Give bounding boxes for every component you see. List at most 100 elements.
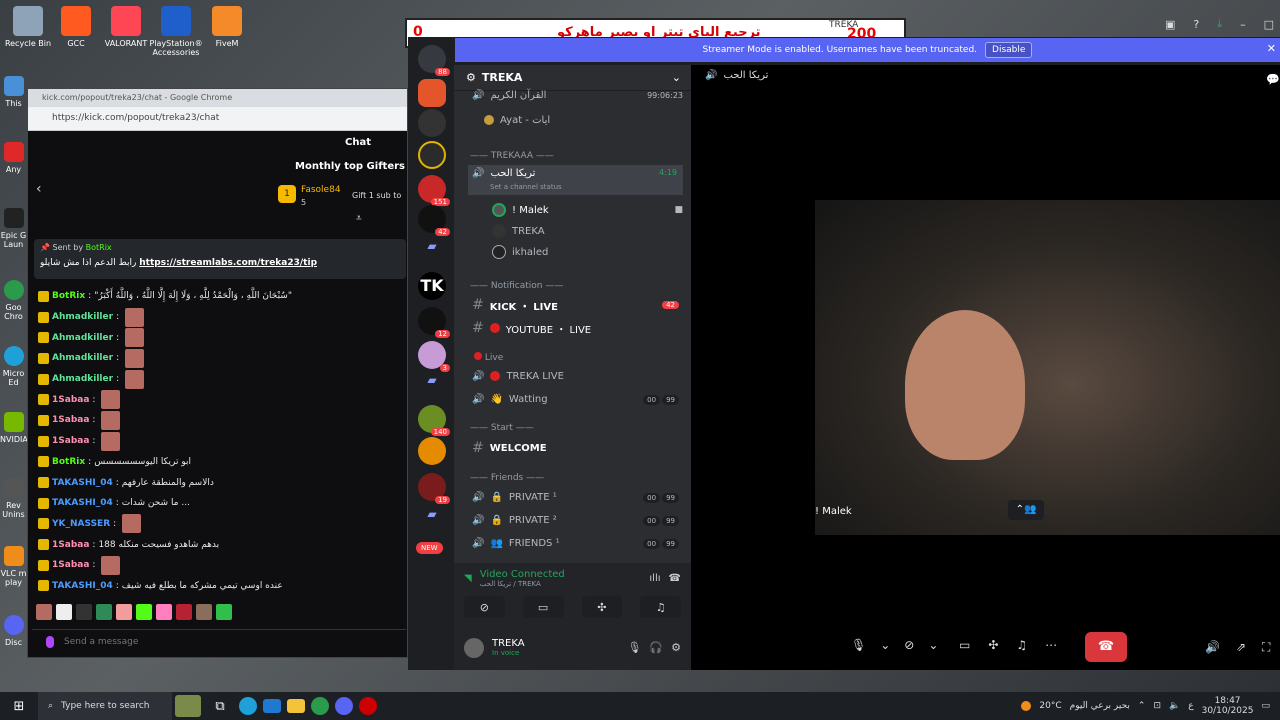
chat-username[interactable]: Ahmadkiller xyxy=(52,369,113,389)
emote-icon[interactable] xyxy=(176,604,192,620)
voice-member[interactable]: ikhaled xyxy=(488,241,683,263)
channel-treka-live[interactable]: 🔊 TREKA LIVE xyxy=(468,365,683,387)
chat-username[interactable]: YK_NASSER xyxy=(52,514,110,534)
guild-icon[interactable] xyxy=(418,79,446,107)
emote-icon[interactable] xyxy=(156,604,172,620)
microphone-icon[interactable]: 🎙 xyxy=(627,641,641,654)
voice-member[interactable]: ! Malek ■ xyxy=(488,199,683,221)
discord-taskbar-icon[interactable] xyxy=(335,697,353,715)
disable-streamer-mode-button[interactable]: Disable xyxy=(985,42,1033,58)
desktop-icon-chrome[interactable]: Goo Chro xyxy=(0,280,27,321)
gift-sub-button[interactable]: Gift 1 sub to xyxy=(352,191,401,200)
chat-bubble-icon[interactable]: 💬 xyxy=(1266,73,1280,86)
address-bar[interactable]: https://kick.com/popout/treka23/chat xyxy=(28,107,407,131)
scroll-down-icon[interactable]: ⩡ xyxy=(356,213,362,224)
guild-icon[interactable]: 88 xyxy=(418,45,450,76)
category-trekaaa[interactable]: —— TREKAAA —— xyxy=(470,151,554,161)
category-friends[interactable]: —— Friends —— xyxy=(470,473,544,483)
inbox-icon[interactable]: ▣ xyxy=(1165,18,1175,31)
chat-username[interactable]: Ahmadkiller xyxy=(52,328,113,348)
category-notification[interactable]: —— Notification —— xyxy=(470,281,563,291)
activities-icon[interactable]: ✣ xyxy=(988,638,998,652)
desktop-icon-vlc[interactable]: VLC m play xyxy=(0,546,27,587)
desktop-icon-this-pc[interactable]: This xyxy=(0,76,27,108)
edge-taskbar-icon[interactable] xyxy=(239,697,257,715)
minimize-icon[interactable]: – xyxy=(1240,18,1246,31)
send-message-input[interactable] xyxy=(64,636,364,647)
app-taskbar-icon[interactable] xyxy=(359,697,377,715)
category-live[interactable]: Live xyxy=(474,352,503,363)
weather-icon[interactable] xyxy=(1021,701,1032,711)
emote-icon[interactable] xyxy=(216,604,232,620)
channel-ayat[interactable]: Ayat - ايات xyxy=(468,109,683,131)
settings-gear-icon[interactable]: ⚙ xyxy=(671,641,681,654)
task-view-icon[interactable]: ⧉ xyxy=(207,695,233,717)
activities-button[interactable]: ✣ xyxy=(581,596,623,618)
signal-icon[interactable]: ◥ xyxy=(464,573,472,584)
chrome-taskbar-icon[interactable] xyxy=(311,697,329,715)
desktop-icon-edge[interactable]: Micro Ed xyxy=(0,346,27,387)
folder-icon[interactable]: ▰ xyxy=(418,507,446,535)
search-highlight-icon[interactable] xyxy=(175,695,201,717)
microphone-icon[interactable] xyxy=(46,635,54,648)
participant-video-tile[interactable]: ! Malek ⌃👥 xyxy=(815,200,1280,535)
pinned-link[interactable]: https://streamlabs.com/treka23/tip xyxy=(139,258,317,268)
channel-watting[interactable]: 🔊 👋 Watting 00 99 xyxy=(468,388,683,410)
chat-username[interactable]: 1Sabaa xyxy=(52,390,89,410)
chevron-down-icon[interactable]: ⌄ xyxy=(928,638,938,652)
maximize-icon[interactable]: □ xyxy=(1264,18,1274,31)
language-indicator[interactable]: ع xyxy=(1188,701,1193,711)
headphones-icon[interactable]: 🎧 xyxy=(649,641,663,654)
soundboard-button[interactable]: ♫ xyxy=(640,596,681,618)
chat-username[interactable]: TAKASHI_04 xyxy=(52,493,113,513)
network-icon[interactable]: ⊡ xyxy=(1153,701,1161,711)
desktop-icon-epic[interactable]: Epic G Laun xyxy=(0,208,27,249)
desktop-icon-nvidia[interactable]: NVIDIA xyxy=(0,412,28,444)
help-icon[interactable]: ? xyxy=(1193,18,1199,31)
guild-icon[interactable]: 151 xyxy=(418,175,450,206)
chat-username[interactable]: TAKASHI_04 xyxy=(52,576,113,596)
desktop-icon-fivem[interactable]: FiveM xyxy=(199,6,255,48)
chat-username[interactable]: Ahmadkiller xyxy=(52,307,113,327)
emote-icon[interactable] xyxy=(136,604,152,620)
chat-username[interactable]: BotRix xyxy=(52,452,85,472)
noise-suppression-icon[interactable]: ıllı xyxy=(649,573,660,584)
volume-icon[interactable]: 🔊 xyxy=(1205,640,1220,654)
camera-off-button[interactable]: ⊘ xyxy=(464,596,505,618)
emote-icon[interactable] xyxy=(56,604,72,620)
desktop-icon-playstation[interactable]: PlayStation® Accessories xyxy=(148,6,204,57)
soundboard-icon[interactable]: ♫ xyxy=(1016,638,1027,652)
chat-username[interactable]: TAKASHI_04 xyxy=(52,473,113,493)
screen-share-button[interactable]: ▭ xyxy=(522,596,564,618)
camera-off-icon[interactable]: ⊘ xyxy=(904,638,914,652)
guild-icon[interactable] xyxy=(418,109,446,137)
chat-username[interactable]: Ahmadkiller xyxy=(52,348,113,368)
channel-quran[interactable]: 🔊 القرآن الكريم 99:06:23 xyxy=(468,87,683,103)
guild-icon[interactable]: 12 xyxy=(418,307,450,338)
emote-icon[interactable] xyxy=(76,604,92,620)
chat-username[interactable]: 1Sabaa xyxy=(52,410,89,430)
chat-username[interactable]: 1Sabaa xyxy=(52,535,89,555)
desktop-icon-any[interactable]: Any xyxy=(0,142,27,174)
download-icon[interactable]: ⤓ xyxy=(1217,17,1222,31)
folder-icon[interactable]: ▰ xyxy=(418,373,446,401)
mail-icon[interactable] xyxy=(263,699,281,713)
popout-icon[interactable]: ⇗ xyxy=(1236,640,1246,654)
emote-icon[interactable] xyxy=(96,604,112,620)
disconnect-icon[interactable]: ☎ xyxy=(669,573,681,584)
channel-private-1[interactable]: 🔊 🔒 PRIVATE ¹ 00 99 xyxy=(468,486,683,508)
channel-welcome[interactable]: # WELCOME xyxy=(468,437,683,459)
fullscreen-icon[interactable]: ⛶ xyxy=(1262,640,1270,655)
channel-private-2[interactable]: 🔊 🔒 PRIVATE ² 00 99 xyxy=(468,509,683,531)
file-explorer-icon[interactable] xyxy=(287,699,305,713)
guild-icon[interactable] xyxy=(418,437,446,465)
weather-temp[interactable]: 20°C xyxy=(1039,701,1061,711)
guild-icon[interactable]: 42 xyxy=(418,205,450,236)
emote-icon[interactable] xyxy=(116,604,132,620)
voice-member[interactable]: TREKA xyxy=(488,220,683,242)
desktop-icon-revo[interactable]: Rev Unins xyxy=(0,478,27,519)
channel-friends-1[interactable]: 🔊 👥 FRIENDS ¹ 00 99 xyxy=(468,532,683,554)
guild-icon-treka[interactable]: TK xyxy=(418,272,446,300)
chat-username[interactable]: BotRix xyxy=(52,286,85,306)
microphone-icon[interactable]: 🎙 xyxy=(851,638,866,652)
